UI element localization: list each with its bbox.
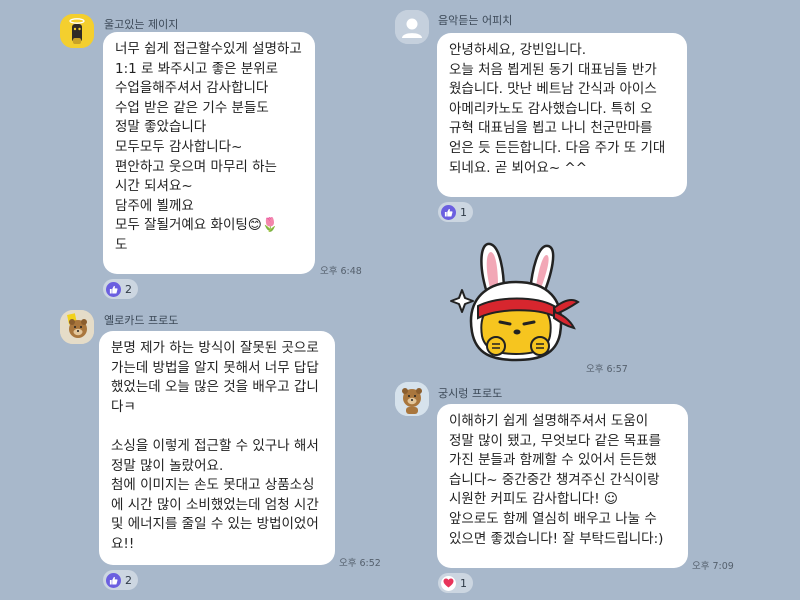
thumbs-up-icon [106,572,121,588]
reaction-badge[interactable]: 1 [438,202,473,222]
message-bubble[interactable]: 분명 제가 하는 방식이 잘못된 곳으로 가는데 방법을 알지 못해서 너무 답… [99,331,335,565]
left-chat-column: 울고있는 제이지 너무 쉽게 접근할수있게 설명하고 1:1 로 봐주시고 좋은… [0,0,400,600]
thumbs-up-icon [106,281,121,297]
reaction-count: 2 [125,282,132,296]
sender-avatar[interactable] [60,14,94,48]
reaction-count: 1 [460,576,467,590]
jay-g-avatar-icon [60,14,94,48]
message-time: 오후 6:57 [586,364,628,375]
frodo-avatar-icon [395,382,429,416]
message-time: 오후 6:48 [320,266,362,277]
sender-name: 궁시렁 프로도 [438,387,503,400]
heart-icon [441,575,456,591]
message-time: 오후 6:52 [339,558,381,569]
sender-name: 옐로카드 프로도 [104,314,179,327]
message-bubble[interactable]: 너무 쉽게 접근할수있게 설명하고 1:1 로 봐주시고 좋은 분위로 수업을해… [103,32,315,274]
sender-avatar[interactable] [60,310,94,344]
default-profile-icon [395,10,429,44]
sender-name: 울고있는 제이지 [104,18,179,31]
reaction-count: 1 [460,205,467,219]
reaction-badge[interactable]: 2 [103,279,138,299]
muzi-headband-sticker-icon [450,242,580,362]
right-chat-column: 음악듣는 어피치 안녕하세요, 강빈입니다. 오늘 처음 뵙게된 동기 대표님들… [395,0,800,600]
message-bubble[interactable]: 안녕하세요, 강빈입니다. 오늘 처음 뵙게된 동기 대표님들 반가 웠습니다.… [437,33,687,197]
reaction-badge[interactable]: 1 [438,573,473,593]
sender-avatar[interactable] [395,382,429,416]
frodo-avatar-icon [60,310,94,344]
thumbs-up-icon [441,204,456,220]
sender-avatar[interactable] [395,10,429,44]
sticker-message[interactable] [448,236,584,366]
message-time: 오후 7:09 [692,561,734,572]
reaction-count: 2 [125,573,132,587]
reaction-badge[interactable]: 2 [103,570,138,590]
message-bubble[interactable]: 이해하기 쉽게 설명해주셔서 도움이 정말 많이 됐고, 무엇보다 같은 목표를… [437,404,688,568]
sender-name: 음악듣는 어피치 [438,14,513,27]
